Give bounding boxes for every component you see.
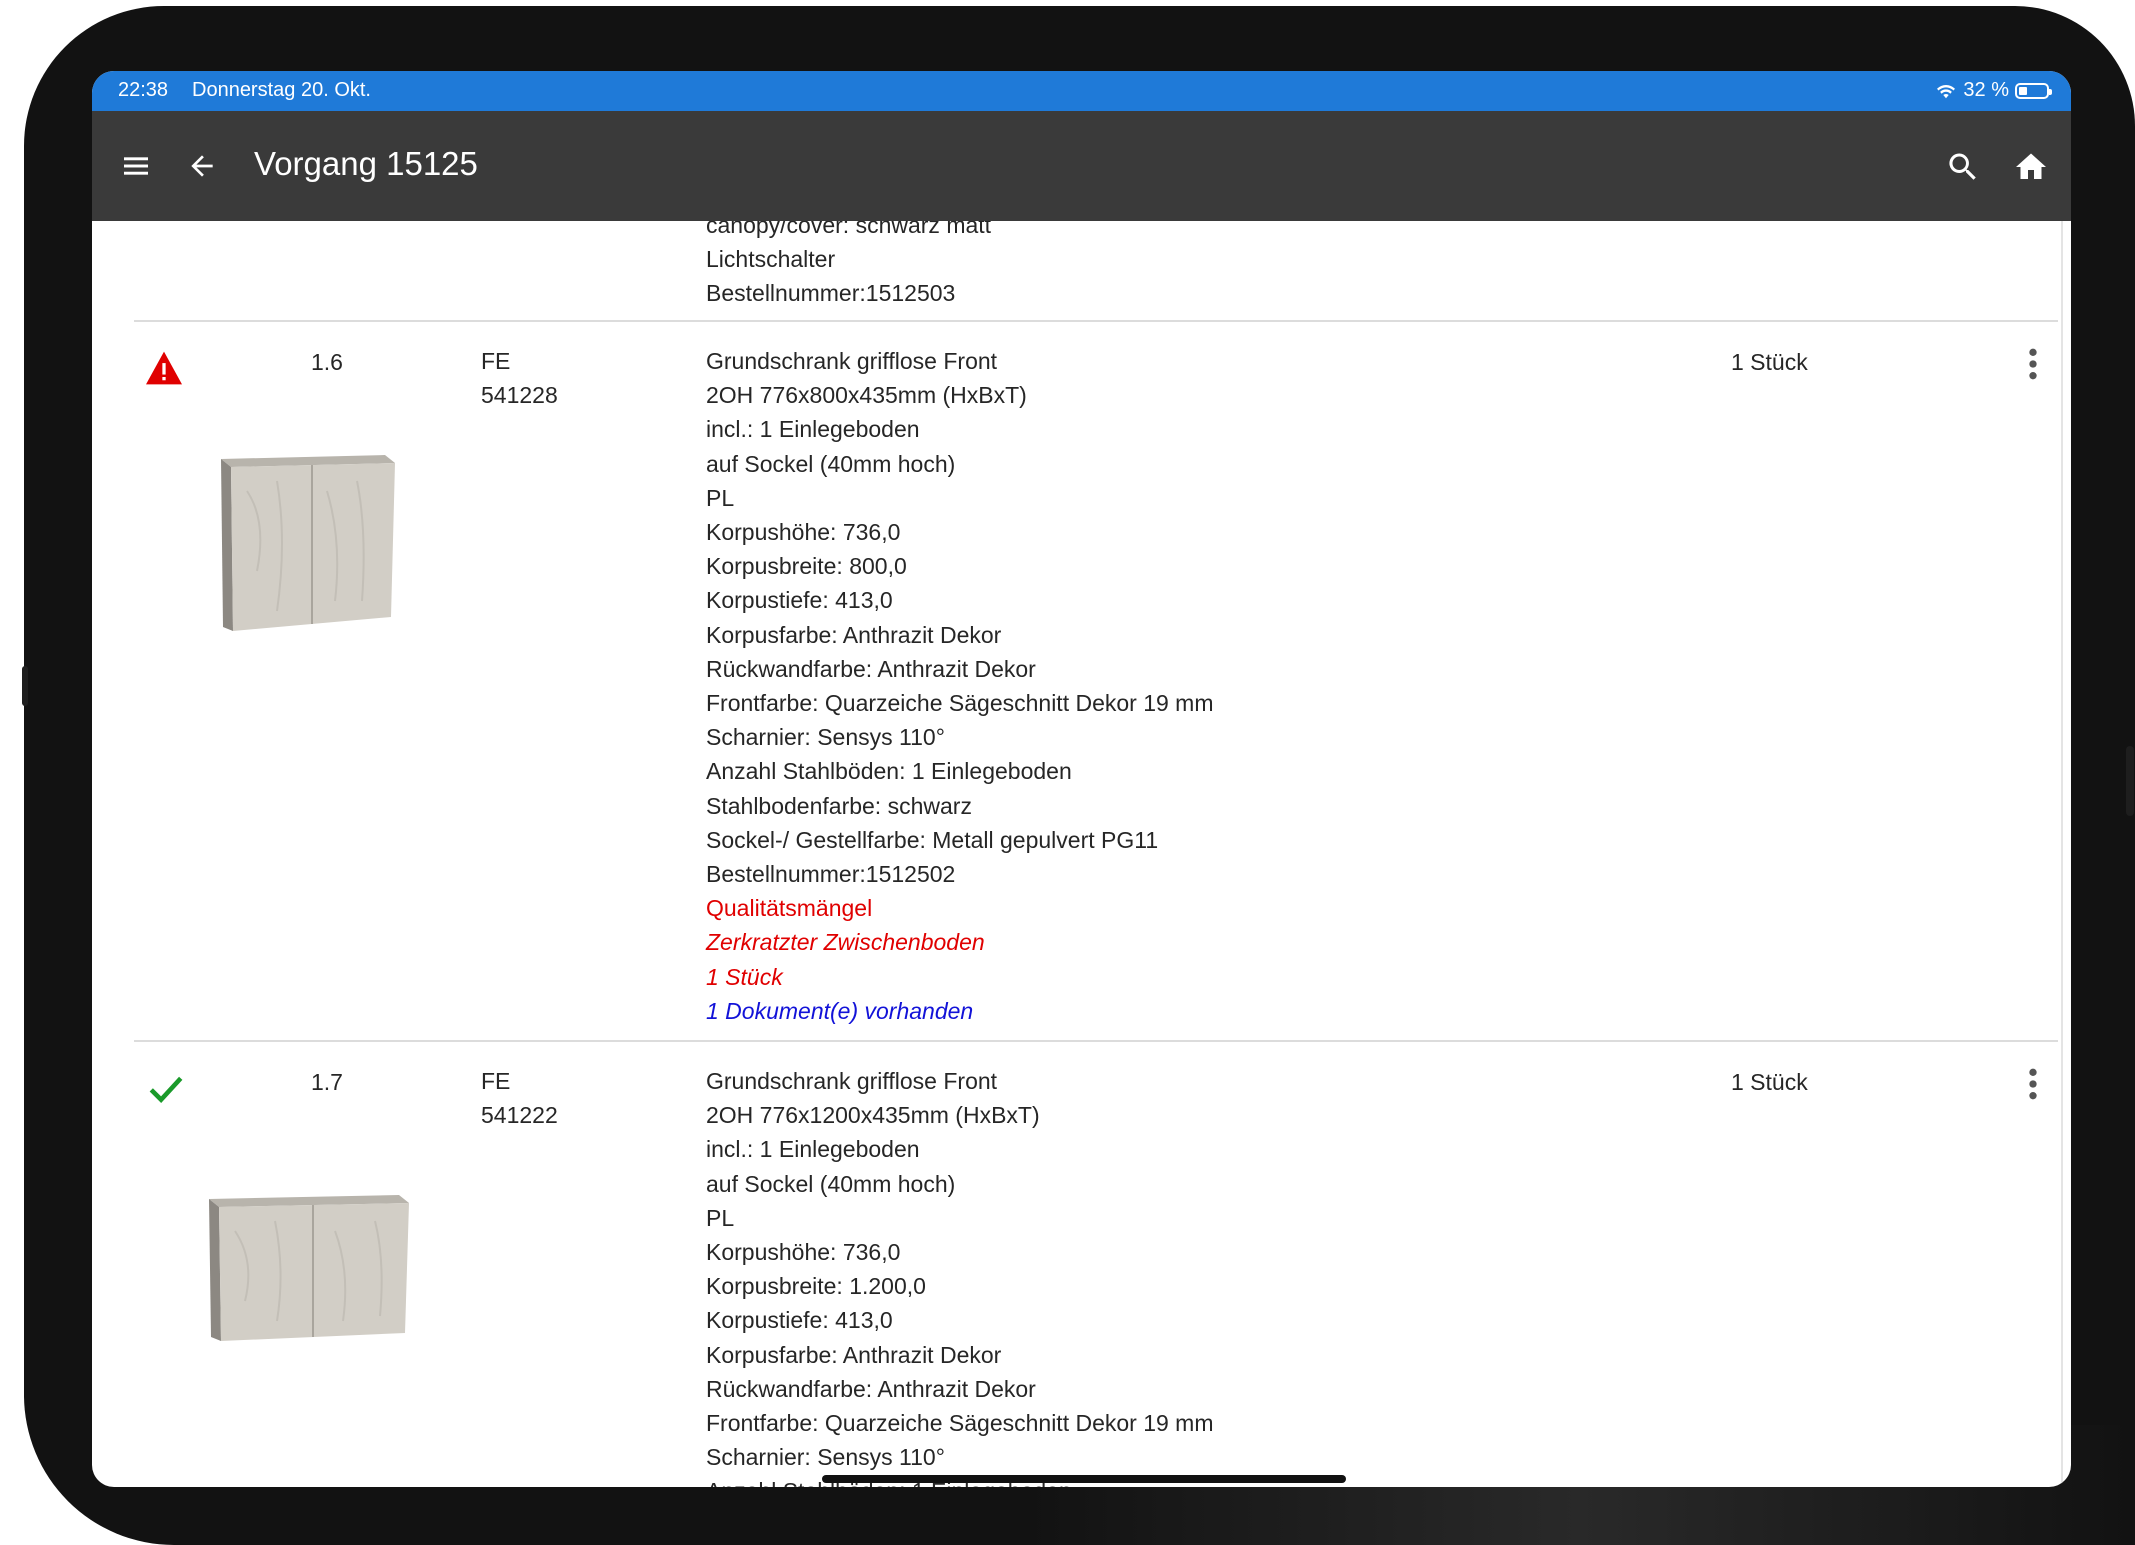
description-line: Frontfarbe: Quarzeiche Sägeschnitt Dekor… xyxy=(706,690,1214,717)
description-line: Scharnier: Sensys 110° xyxy=(706,724,945,751)
cabinet-thumbnail xyxy=(209,1195,409,1341)
description-line: Scharnier: Sensys 110° xyxy=(706,1444,945,1471)
item-quantity: 1 Stück xyxy=(1731,349,1808,375)
description-line: Grundschrank grifflose Front xyxy=(706,348,998,374)
description-line: Korpustiefe: 413,0 xyxy=(706,587,893,614)
position-list: canopy/cover: schwarz matt Lichtschalter… xyxy=(92,221,2071,1487)
description-line: Lichtschalter xyxy=(706,246,836,273)
description-line: Frontfarbe: Quarzeiche Sägeschnitt Dekor… xyxy=(706,1410,1214,1437)
description-line: Korpusfarbe: Anthrazit Dekor xyxy=(706,1341,1002,1368)
home-icon[interactable] xyxy=(2013,149,2049,185)
status-date: Donnerstag 20. Okt. xyxy=(192,79,371,101)
description-line: PL xyxy=(706,484,735,511)
article-number: FE 541228 xyxy=(481,344,558,412)
position-number: 1.6 xyxy=(311,349,343,375)
battery-percent: 32 % xyxy=(1963,79,2009,101)
description-line: Stahlbodenfarbe: schwarz xyxy=(706,792,972,819)
description-line: Bestellnummer:1512502 xyxy=(706,861,956,888)
more-options-icon[interactable] xyxy=(2018,1064,2048,1104)
battery-icon xyxy=(2015,82,2052,99)
status-right: 32 % xyxy=(1935,79,2052,102)
search-icon[interactable] xyxy=(1945,149,1981,185)
more-options-icon[interactable] xyxy=(2018,344,2048,384)
description-line: Korpusfarbe: Anthrazit Dekor xyxy=(706,621,1002,648)
article-prefix: FE xyxy=(481,348,511,374)
description-line: PL xyxy=(706,1204,735,1231)
item-quantity: 1 Stück xyxy=(1731,1069,1808,1095)
side-button xyxy=(22,666,28,706)
description-line: Korpushöhe: 736,0 xyxy=(706,1239,901,1266)
description-line: Bestellnummer:1512503 xyxy=(706,280,956,307)
cabinet-thumbnail xyxy=(221,455,395,631)
article-code: 541228 xyxy=(481,382,558,409)
status-time: 22:38 xyxy=(118,79,169,101)
defect-quantity: 1 Stück xyxy=(706,963,783,990)
description-line: Rückwandfarbe: Anthrazit Dekor xyxy=(706,655,1036,682)
description-line: Korpushöhe: 736,0 xyxy=(706,519,901,546)
description-line: Sockel-/ Gestellfarbe: Metall gepulvert … xyxy=(706,826,1159,853)
description-line: incl.: 1 Einlegeboden xyxy=(706,1136,920,1163)
description-line: incl.: 1 Einlegeboden xyxy=(706,416,920,443)
article-number: FE 541222 xyxy=(481,1064,558,1132)
screen: 22:38 Donnerstag 20. Okt. 32 % Vorgang 1… xyxy=(92,71,2071,1487)
description-line: Grundschrank grifflose Front xyxy=(706,1068,998,1094)
arrow-back-icon[interactable] xyxy=(186,150,218,182)
status-bar: 22:38 Donnerstag 20. Okt. 32 % xyxy=(92,71,2071,111)
description-line: Korpustiefe: 413,0 xyxy=(706,1307,893,1334)
description-line: auf Sockel (40mm hoch) xyxy=(706,1170,956,1197)
description-line: Korpusbreite: 800,0 xyxy=(706,553,907,580)
row-divider xyxy=(134,320,2058,322)
row-divider xyxy=(134,1040,2058,1042)
documents-link[interactable]: 1 Dokument(e) vorhanden xyxy=(706,994,1214,1028)
page-title: Vorgang 15125 xyxy=(254,145,478,182)
description-line: canopy/cover: schwarz matt xyxy=(706,221,992,238)
menu-icon[interactable] xyxy=(120,150,152,182)
item-description: Grundschrank grifflose Front 2OH 776x120… xyxy=(706,1064,1214,1487)
defect-detail: Zerkratzter Zwischenboden xyxy=(706,929,985,956)
scroll-edge xyxy=(2061,221,2063,1487)
article-code: 541222 xyxy=(481,1102,558,1129)
description-line: auf Sockel (40mm hoch) xyxy=(706,450,956,477)
description-line: Rückwandfarbe: Anthrazit Dekor xyxy=(706,1375,1036,1402)
description-line: 2OH 776x1200x435mm (HxBxT) xyxy=(706,1102,1040,1129)
description-line: Anzahl Stahlböden: 1 Einlegeboden xyxy=(706,758,1072,785)
position-number: 1.7 xyxy=(311,1069,343,1095)
warning-icon xyxy=(146,351,182,385)
app-bar: Vorgang 15125 xyxy=(92,111,2071,221)
wifi-icon xyxy=(1937,84,1956,98)
item-description: Grundschrank grifflose Front 2OH 776x800… xyxy=(706,344,1214,1028)
defect-title: Qualitätsmängel xyxy=(706,895,873,922)
check-icon xyxy=(149,1076,183,1103)
description-line: Korpusbreite: 1.200,0 xyxy=(706,1273,926,1300)
side-button xyxy=(2126,746,2134,816)
description-line: 2OH 776x800x435mm (HxBxT) xyxy=(706,382,1027,409)
previous-item-description: canopy/cover: schwarz matt Lichtschalter… xyxy=(706,221,991,311)
home-indicator[interactable] xyxy=(822,1475,1346,1483)
article-prefix: FE xyxy=(481,1068,511,1094)
